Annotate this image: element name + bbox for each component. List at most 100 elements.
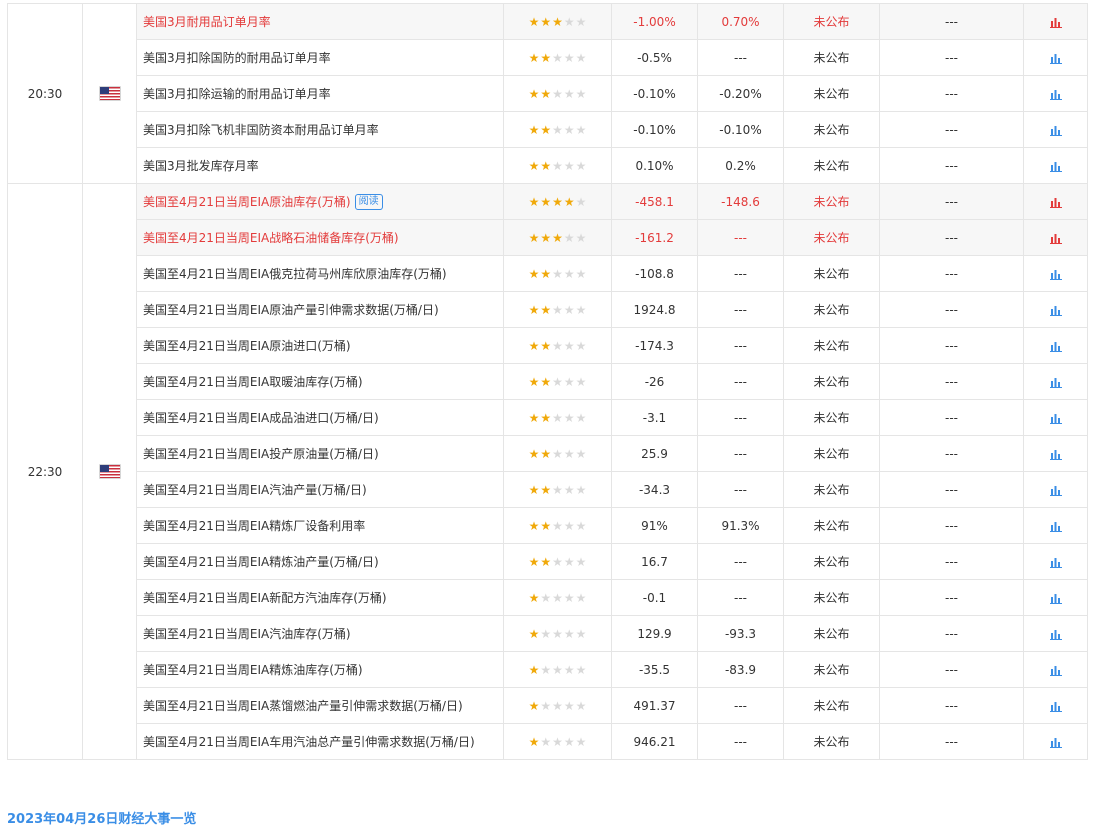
bar-chart-icon[interactable] [1049, 737, 1062, 748]
table-row[interactable]: 美国至4月21日当周EIA原油产量引伸需求数据(万桶/日) ★ ★ ★ ★ ★ 1924.8… [8, 291, 1088, 328]
interpretation: --- [879, 579, 1024, 616]
bar-chart-icon[interactable] [1049, 305, 1062, 316]
event-name[interactable]: 美国至4月21日当周EIA原油库存(万桶) [143, 195, 351, 209]
bar-chart-icon[interactable] [1049, 161, 1062, 172]
star-filled-icon: ★ [540, 410, 552, 425]
bar-chart-icon[interactable] [1049, 665, 1062, 676]
read-tag[interactable]: 阅读 [354, 194, 383, 211]
event-name[interactable]: 美国至4月21日当周EIA原油产量引伸需求数据(万桶/日) [143, 303, 439, 317]
importance-cell: ★ ★ ★ ★ ★ [503, 327, 612, 364]
bar-chart-icon[interactable] [1049, 269, 1062, 280]
bar-chart-icon[interactable] [1049, 53, 1062, 64]
previous-value: -0.10% [611, 75, 698, 112]
bar-chart-icon[interactable] [1049, 557, 1062, 568]
event-name[interactable]: 美国3月扣除国防的耐用品订单月率 [143, 51, 331, 65]
chart-cell [1023, 111, 1088, 148]
star-filled-icon: ★ [528, 518, 540, 533]
event-name-cell: 美国至4月21日当周EIA新配方汽油库存(万桶) [136, 579, 504, 616]
bar-chart-icon[interactable] [1049, 701, 1062, 712]
event-name-cell: 美国至4月21日当周EIA蒸馏燃油产量引伸需求数据(万桶/日) [136, 687, 504, 724]
star-empty-icon: ★ [563, 662, 575, 677]
star-empty-icon: ★ [563, 410, 575, 425]
event-name[interactable]: 美国至4月21日当周EIA汽油库存(万桶) [143, 627, 351, 641]
table-row[interactable]: 美国3月扣除飞机非国防资本耐用品订单月率 ★ ★ ★ ★ ★ -0.10% -0.10% 未公布… [8, 111, 1088, 148]
previous-value: -0.1 [611, 579, 698, 616]
previous-value: -26 [611, 363, 698, 400]
forecast-value: -148.6 [697, 183, 784, 220]
star-empty-icon: ★ [540, 734, 552, 749]
table-row[interactable]: 美国至4月21日当周EIA蒸馏燃油产量引伸需求数据(万桶/日) ★ ★ ★ ★ ★ 491.… [8, 687, 1088, 724]
previous-value: 946.21 [611, 723, 698, 760]
table-row[interactable]: 美国至4月21日当周EIA精炼油库存(万桶) ★ ★ ★ ★ ★ -35.5 -83.9 未公布… [8, 651, 1088, 688]
chart-cell [1023, 363, 1088, 400]
event-name[interactable]: 美国至4月21日当周EIA精炼油产量(万桶/日) [143, 555, 379, 569]
table-row[interactable]: 美国至4月21日当周EIA战略石油储备库存(万桶) ★ ★ ★ ★ ★ -161.2 --- 未… [8, 219, 1088, 256]
event-name[interactable]: 美国3月耐用品订单月率 [143, 15, 271, 29]
table-row[interactable]: 美国至4月21日当周EIA精炼厂设备利用率 ★ ★ ★ ★ ★ 91% 91.3% 未公布 --- [8, 507, 1088, 544]
event-name[interactable]: 美国至4月21日当周EIA车用汽油总产量引伸需求数据(万桶/日) [143, 735, 475, 749]
event-name[interactable]: 美国3月扣除运输的耐用品订单月率 [143, 87, 331, 101]
table-row[interactable]: 美国至4月21日当周EIA投产原油量(万桶/日) ★ ★ ★ ★ ★ 25.9 --- 未公布 -… [8, 435, 1088, 472]
table-row[interactable]: 美国3月扣除运输的耐用品订单月率 ★ ★ ★ ★ ★ -0.10% -0.20% 未公布 --- [8, 75, 1088, 112]
event-name[interactable]: 美国至4月21日当周EIA投产原油量(万桶/日) [143, 447, 379, 461]
star-empty-icon: ★ [575, 122, 587, 137]
event-name-cell: 美国至4月21日当周EIA战略石油储备库存(万桶) [136, 219, 504, 256]
table-row[interactable]: 美国至4月21日当周EIA车用汽油总产量引伸需求数据(万桶/日) ★ ★ ★ ★ ★ 946… [8, 723, 1088, 760]
event-name[interactable]: 美国至4月21日当周EIA战略石油储备库存(万桶) [143, 231, 399, 245]
importance-cell: ★ ★ ★ ★ ★ [503, 687, 612, 724]
importance-stars: ★ ★ ★ ★ ★ [529, 196, 587, 208]
star-filled-icon: ★ [540, 14, 552, 29]
bar-chart-icon[interactable] [1049, 17, 1062, 28]
table-row[interactable]: 22:30 美国至4月21日当周EIA原油库存(万桶) 阅读 ★ ★ ★ ★ ★ -458.1-… [7, 183, 1088, 760]
event-name[interactable]: 美国至4月21日当周EIA俄克拉荷马州库欣原油库存(万桶) [143, 267, 447, 281]
event-name[interactable]: 美国3月扣除飞机非国防资本耐用品订单月率 [143, 123, 379, 137]
event-name[interactable]: 美国至4月21日当周EIA汽油产量(万桶/日) [143, 483, 367, 497]
forecast-value: 0.2% [697, 147, 784, 184]
previous-value: -1.00% [611, 3, 698, 40]
bar-chart-icon[interactable] [1049, 449, 1062, 460]
table-row[interactable]: 美国至4月21日当周EIA成品油进口(万桶/日) ★ ★ ★ ★ ★ -3.1 --- 未公布 -… [8, 399, 1088, 436]
bar-chart-icon[interactable] [1049, 377, 1062, 388]
star-empty-icon: ★ [563, 626, 575, 641]
table-row[interactable]: 美国至4月21日当周EIA原油进口(万桶) ★ ★ ★ ★ ★ -174.3 --- 未公布 --… [8, 327, 1088, 364]
table-row[interactable]: 美国3月扣除国防的耐用品订单月率 ★ ★ ★ ★ ★ -0.5% --- 未公布 --- [8, 39, 1088, 76]
chart-cell [1023, 183, 1088, 220]
table-row[interactable]: 美国至4月21日当周EIA汽油库存(万桶) ★ ★ ★ ★ ★ 129.9 -93.3 未公布 -… [8, 615, 1088, 652]
table-row[interactable]: 美国至4月21日当周EIA俄克拉荷马州库欣原油库存(万桶) ★ ★ ★ ★ ★ -108.8… [8, 255, 1088, 292]
bar-chart-icon[interactable] [1049, 521, 1062, 532]
chart-cell [1023, 651, 1088, 688]
bar-chart-icon[interactable] [1049, 125, 1062, 136]
previous-value: 91% [611, 507, 698, 544]
event-name[interactable]: 美国至4月21日当周EIA原油进口(万桶) [143, 339, 351, 353]
table-row[interactable]: 美国至4月21日当周EIA新配方汽油库存(万桶) ★ ★ ★ ★ ★ -0.1 --- 未公布 -… [8, 579, 1088, 616]
event-time: 22:30 [7, 183, 83, 760]
event-name[interactable]: 美国3月批发库存月率 [143, 159, 259, 173]
actual-status: 未公布 [783, 615, 880, 652]
table-row[interactable]: 美国至4月21日当周EIA取暖油库存(万桶) ★ ★ ★ ★ ★ -26 --- 未公布 --- [8, 363, 1088, 400]
chart-cell [1023, 615, 1088, 652]
chart-cell [1023, 723, 1088, 760]
daily-summary-link[interactable]: 2023年04月26日财经大事一览 [7, 808, 196, 827]
event-name[interactable]: 美国至4月21日当周EIA蒸馏燃油产量引伸需求数据(万桶/日) [143, 699, 463, 713]
event-name[interactable]: 美国至4月21日当周EIA精炼厂设备利用率 [143, 519, 365, 533]
interpretation: --- [879, 723, 1024, 760]
event-name[interactable]: 美国至4月21日当周EIA取暖油库存(万桶) [143, 375, 363, 389]
table-row[interactable]: 美国至4月21日当周EIA汽油产量(万桶/日) ★ ★ ★ ★ ★ -34.3 --- 未公布 -… [8, 471, 1088, 508]
table-row[interactable]: 美国至4月21日当周EIA精炼油产量(万桶/日) ★ ★ ★ ★ ★ 16.7 --- 未公布 -… [8, 543, 1088, 580]
table-row[interactable]: 20:30 美国3月耐用品订单月率 ★ ★ ★ ★ ★ -1.00% 0.70% 未公布 --- [7, 3, 1088, 184]
event-name[interactable]: 美国至4月21日当周EIA成品油进口(万桶/日) [143, 411, 379, 425]
star-filled-icon: ★ [528, 698, 540, 713]
bar-chart-icon[interactable] [1049, 629, 1062, 640]
bar-chart-icon[interactable] [1049, 89, 1062, 100]
table-row[interactable]: 美国3月批发库存月率 ★ ★ ★ ★ ★ 0.10% 0.2% 未公布 --- [8, 147, 1088, 184]
bar-chart-icon[interactable] [1049, 197, 1062, 208]
event-name[interactable]: 美国至4月21日当周EIA精炼油库存(万桶) [143, 663, 363, 677]
previous-value: -0.5% [611, 39, 698, 76]
bar-chart-icon[interactable] [1049, 485, 1062, 496]
bar-chart-icon[interactable] [1049, 341, 1062, 352]
bar-chart-icon[interactable] [1049, 593, 1062, 604]
bar-chart-icon[interactable] [1049, 413, 1062, 424]
bar-chart-icon[interactable] [1049, 233, 1062, 244]
importance-cell: ★ ★ ★ ★ ★ [503, 543, 612, 580]
event-name[interactable]: 美国至4月21日当周EIA新配方汽油库存(万桶) [143, 591, 387, 605]
